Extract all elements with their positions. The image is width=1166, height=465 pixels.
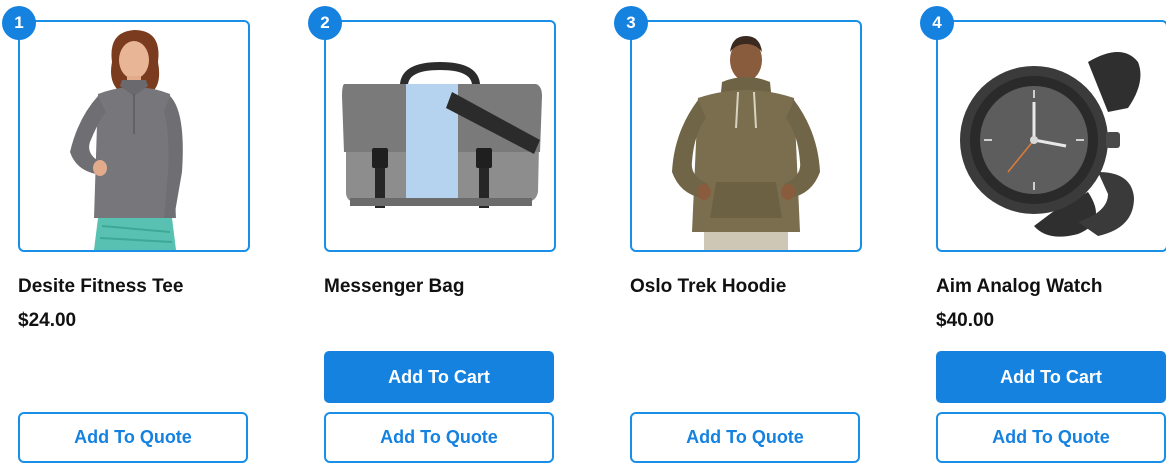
product-name[interactable]: Oslo Trek Hoodie [630,276,786,298]
add-to-quote-button[interactable]: Add To Quote [324,412,554,463]
product-card-3: 3 Oslo Trek Hoodie Add To Quote [614,0,862,465]
product-name[interactable]: Aim Analog Watch [936,276,1102,298]
add-to-quote-button[interactable]: Add To Quote [630,412,860,463]
position-badge: 4 [920,6,954,40]
product-name[interactable]: Messenger Bag [324,276,464,298]
analog-watch-image [960,52,1141,237]
product-price: $24.00 [18,310,77,331]
messenger-bag-image [342,61,542,208]
product-card-4: 4 Aim Analog Watch $40.00 Add To Cart Ad… [920,0,1166,465]
position-badge: 3 [614,6,648,40]
position-badge: 1 [2,6,36,40]
woman-fitness-tee-image [70,30,183,250]
product-card-2: 2 Messenger Bag Add To Cart Add To Quote [308,0,556,465]
add-to-quote-button[interactable]: Add To Quote [936,412,1166,463]
add-to-cart-button[interactable]: Add To Cart [936,351,1166,403]
add-to-cart-button[interactable]: Add To Cart [324,351,554,403]
add-to-quote-button[interactable]: Add To Quote [18,412,248,463]
product-name[interactable]: Desite Fitness Tee [18,276,183,298]
position-badge: 2 [308,6,342,40]
product-card-1: 1 Desite Fitness Tee $24.00 Add To Quote [2,0,250,465]
product-image-link[interactable] [630,20,862,252]
product-image-link[interactable] [324,20,556,252]
product-price: $40.00 [936,310,995,331]
product-image-link[interactable] [18,20,250,252]
man-hoodie-image [672,36,820,250]
product-image-link[interactable] [936,20,1166,252]
